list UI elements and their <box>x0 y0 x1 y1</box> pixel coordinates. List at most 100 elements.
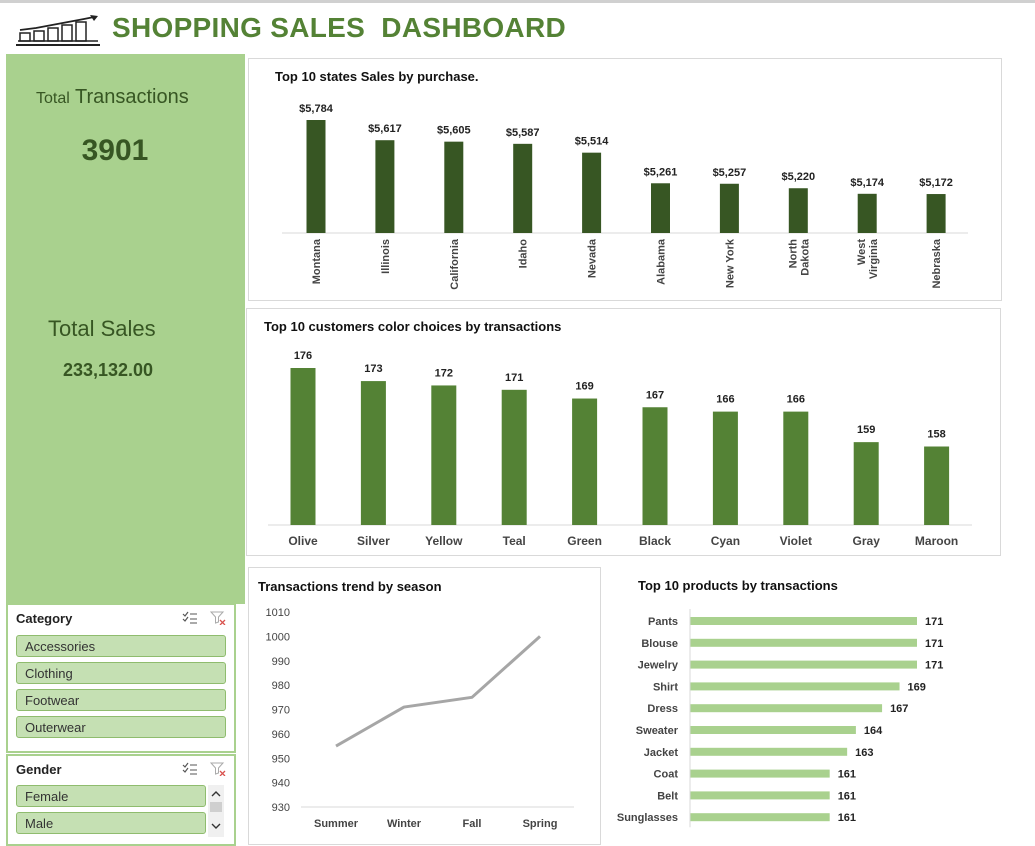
x-tick-label: Winter <box>387 818 422 830</box>
tick-label: Cyan <box>711 534 740 548</box>
bar-alabama <box>651 183 670 233</box>
data-label: 176 <box>294 350 312 362</box>
y-tick-label: 930 <box>272 802 290 814</box>
data-label: 159 <box>857 424 875 436</box>
bar-new-york <box>719 183 739 233</box>
tick-label-line: Idaho <box>518 239 530 269</box>
data-label: 169 <box>575 381 593 393</box>
data-label: 163 <box>855 747 873 759</box>
y-tick-label: 1010 <box>266 607 290 619</box>
bar-yellow <box>431 385 457 525</box>
bar-gray <box>853 442 879 525</box>
clear-filter-icon[interactable] <box>210 762 226 776</box>
multi-select-icon[interactable] <box>182 762 198 776</box>
bar-violet <box>783 411 809 525</box>
data-label: 173 <box>364 363 382 375</box>
x-tick-label: Spring <box>523 818 558 830</box>
total-sales-value: 233,132.00 <box>62 360 154 380</box>
data-label: 166 <box>787 394 805 406</box>
tick-label: WestVirginia <box>856 238 880 279</box>
tick-label: Nevada <box>587 238 599 278</box>
top-border <box>0 0 1035 3</box>
slicer-item-outerwear[interactable]: Outerwear <box>16 716 226 738</box>
bar-maroon <box>924 446 950 525</box>
data-label: $5,261 <box>644 166 678 178</box>
slicer-item-female[interactable]: Female <box>16 785 206 807</box>
data-label: 171 <box>925 660 943 672</box>
tick-label: Montana <box>311 238 323 284</box>
data-label: 161 <box>838 790 856 802</box>
total-sales-label: Total Sales <box>48 316 156 341</box>
data-label: 164 <box>864 725 883 737</box>
data-label: $5,172 <box>919 177 953 189</box>
chevron-up-icon[interactable] <box>208 787 224 801</box>
bar-teal <box>501 389 527 525</box>
states-sales-chart[interactable]: Top 10 states Sales by purchase. $5,784 M… <box>248 58 1002 301</box>
bar-illinois <box>375 140 395 233</box>
total-transactions-label: Total Transactions <box>36 86 189 109</box>
data-label: 158 <box>927 429 945 441</box>
category-slicer-header: Category <box>16 611 73 626</box>
tick-label-line: Alabama <box>656 238 668 285</box>
bar-coat <box>690 769 830 778</box>
tick-label-line: Montana <box>311 238 323 284</box>
series-line <box>335 635 542 748</box>
y-tick-label: Coat <box>654 769 679 781</box>
dashboard-title: SHOPPING SALES DASHBOARD <box>112 12 566 43</box>
y-tick-label: Blouse <box>641 638 678 650</box>
tick-label-line: Illinois <box>380 239 392 274</box>
season-trend-chart[interactable]: Transactions trend by season 1010 1000 990… <box>248 567 601 845</box>
colors-chart-svg: 176 Olive 173 Silver 172 Yellow 171 Teal 169 Gree… <box>268 350 972 548</box>
scrollbar-thumb[interactable] <box>210 802 222 812</box>
tick-label: Illinois <box>380 239 392 274</box>
tick-label: Silver <box>357 534 390 548</box>
tick-label-line: West <box>856 239 868 265</box>
bar-montana <box>306 120 326 233</box>
slicer-item-male[interactable]: Male <box>16 812 206 834</box>
tick-label: New York <box>724 238 736 288</box>
tick-label: Black <box>639 534 671 548</box>
slicer-item-accessories[interactable]: Accessories <box>16 635 226 657</box>
tick-label-line: Nebraska <box>931 238 943 288</box>
data-label: $5,174 <box>850 177 885 189</box>
products-chart[interactable]: Top 10 products by transactions Pants 171… <box>606 567 1000 843</box>
tick-label: Nebraska <box>931 238 943 288</box>
data-label: $5,617 <box>368 123 402 135</box>
tick-label-line: California <box>449 238 461 290</box>
bar-green <box>572 398 598 525</box>
data-label: 171 <box>925 616 943 628</box>
gender-slicer-scrollbar[interactable] <box>208 785 224 837</box>
bar-jewelry <box>690 660 917 669</box>
bar-olive <box>290 368 316 525</box>
category-slicer: Category Accessories Clothing Footwear O… <box>6 603 236 753</box>
y-tick-label: Sunglasses <box>617 812 678 824</box>
tick-label: Gray <box>853 534 881 548</box>
y-tick-label: 960 <box>272 729 290 741</box>
y-tick-label: 980 <box>272 680 290 692</box>
tick-label: Alabama <box>656 238 668 285</box>
bar-nevada <box>582 152 602 233</box>
multi-select-icon[interactable] <box>182 611 198 625</box>
tick-label: Idaho <box>518 239 530 269</box>
slicer-item-footwear[interactable]: Footwear <box>16 689 226 711</box>
slicer-item-clothing[interactable]: Clothing <box>16 662 226 684</box>
clear-filter-icon[interactable] <box>210 611 226 625</box>
color-choices-chart[interactable]: Top 10 customers color choices by transa… <box>246 308 1001 556</box>
data-label: $5,587 <box>506 127 540 139</box>
bar-north-dakota <box>788 188 808 233</box>
y-tick-label: Dress <box>647 703 678 715</box>
data-label: $5,514 <box>575 136 610 148</box>
products-chart-svg: Pants 171 Blouse 171 Jewelry 171 Shirt 169 Dress… <box>617 609 943 828</box>
y-tick-label: 940 <box>272 778 290 790</box>
data-label: 166 <box>716 394 734 406</box>
chevron-down-icon[interactable] <box>208 819 224 833</box>
growth-bar-chart-icon <box>16 15 100 46</box>
data-label: 171 <box>505 372 523 384</box>
season-chart-svg: 1010 1000 990 980 970 960 950 940 930 Summer Winte… <box>266 607 574 830</box>
tick-label: Maroon <box>915 534 958 548</box>
data-label: $5,784 <box>299 103 334 115</box>
bar-california <box>444 141 464 233</box>
bar-cyan <box>712 411 738 525</box>
y-tick-label: Pants <box>648 616 678 628</box>
bar-nebraska <box>926 194 946 233</box>
